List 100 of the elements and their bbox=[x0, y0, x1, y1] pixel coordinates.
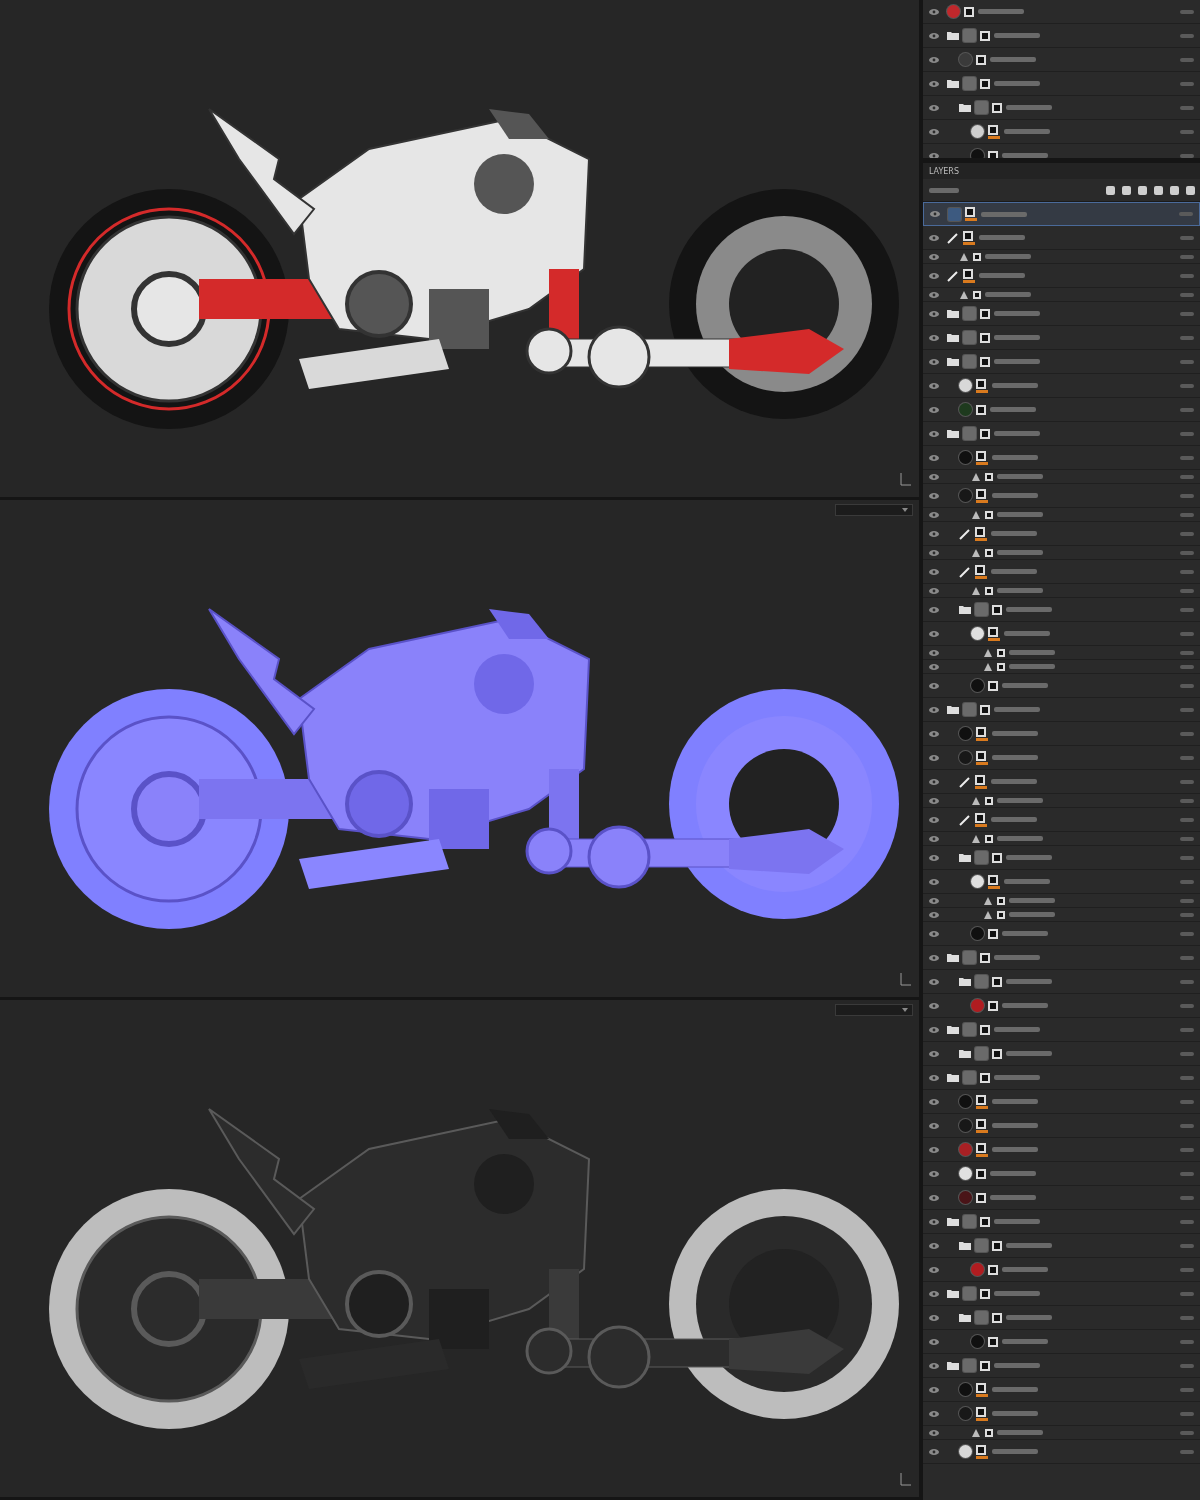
layer-row[interactable] bbox=[922, 470, 1200, 484]
layer-row[interactable] bbox=[922, 508, 1200, 522]
eye-icon[interactable] bbox=[928, 491, 939, 500]
eye-icon[interactable] bbox=[928, 753, 939, 762]
eye-icon[interactable] bbox=[928, 79, 939, 88]
layer-name-smudge bbox=[991, 1147, 1038, 1152]
layer-name-smudge bbox=[990, 531, 1037, 536]
layer-name-smudge bbox=[978, 235, 1025, 240]
layer-row[interactable] bbox=[922, 646, 1200, 660]
layer-name-smudge bbox=[1001, 1339, 1048, 1344]
eye-icon[interactable] bbox=[928, 1385, 939, 1394]
toolbar-icon[interactable] bbox=[1105, 184, 1116, 196]
eye-icon[interactable] bbox=[929, 210, 940, 218]
layer-name-smudge bbox=[993, 81, 1040, 86]
brush-icon bbox=[958, 527, 971, 540]
eye-icon[interactable] bbox=[928, 103, 939, 112]
layer-row[interactable] bbox=[922, 288, 1200, 302]
eye-icon[interactable] bbox=[928, 729, 939, 738]
eye-icon[interactable] bbox=[928, 586, 939, 595]
eye-icon[interactable] bbox=[928, 381, 939, 390]
eye-icon[interactable] bbox=[928, 1313, 939, 1322]
eye-icon[interactable] bbox=[928, 815, 939, 824]
layer-row[interactable] bbox=[922, 584, 1200, 598]
eye-icon[interactable] bbox=[928, 510, 939, 519]
eye-icon[interactable] bbox=[928, 1217, 939, 1226]
eye-icon[interactable] bbox=[928, 567, 939, 576]
eye-icon[interactable] bbox=[928, 1049, 939, 1058]
eye-icon[interactable] bbox=[928, 605, 939, 614]
eye-icon[interactable] bbox=[928, 290, 939, 299]
eye-icon[interactable] bbox=[928, 7, 939, 16]
layer-row[interactable] bbox=[922, 1426, 1200, 1440]
layer-name-smudge bbox=[980, 211, 1027, 217]
eye-icon[interactable] bbox=[928, 662, 939, 671]
eye-icon[interactable] bbox=[928, 1169, 939, 1178]
eye-icon[interactable] bbox=[928, 929, 939, 938]
toolbar-icon[interactable] bbox=[1137, 184, 1148, 196]
eye-icon[interactable] bbox=[928, 1447, 939, 1456]
eye-icon[interactable] bbox=[928, 1001, 939, 1010]
layer-row[interactable] bbox=[922, 908, 1200, 922]
toolbar-icon[interactable] bbox=[1185, 184, 1196, 196]
eye-icon[interactable] bbox=[928, 333, 939, 342]
layer-name-smudge bbox=[993, 33, 1040, 38]
eye-icon[interactable] bbox=[928, 1073, 939, 1082]
layer-row[interactable] bbox=[922, 250, 1200, 264]
eye-icon[interactable] bbox=[928, 648, 939, 657]
eye-icon[interactable] bbox=[928, 233, 939, 242]
channel-selector[interactable] bbox=[928, 187, 959, 193]
eye-icon[interactable] bbox=[928, 31, 939, 40]
caret-icon bbox=[901, 508, 908, 512]
layer-row[interactable] bbox=[922, 894, 1200, 908]
mask-thumbnail bbox=[975, 1444, 986, 1455]
eye-icon[interactable] bbox=[928, 953, 939, 962]
eye-icon[interactable] bbox=[928, 1265, 939, 1274]
eye-icon[interactable] bbox=[928, 453, 939, 462]
toolbar-icon[interactable] bbox=[1153, 184, 1164, 196]
eye-icon[interactable] bbox=[928, 629, 939, 638]
eye-icon[interactable] bbox=[928, 777, 939, 786]
eye-icon[interactable] bbox=[928, 127, 939, 136]
eye-icon[interactable] bbox=[928, 910, 939, 919]
eye-icon[interactable] bbox=[928, 252, 939, 261]
eye-icon[interactable] bbox=[928, 1241, 939, 1250]
blend-mode-smudge bbox=[1180, 817, 1194, 822]
blend-mode-smudge bbox=[1180, 1219, 1194, 1224]
eye-icon[interactable] bbox=[928, 977, 939, 986]
toolbar-icon[interactable] bbox=[1169, 184, 1180, 196]
eye-icon[interactable] bbox=[928, 405, 939, 414]
eye-icon[interactable] bbox=[928, 1121, 939, 1130]
eye-icon[interactable] bbox=[928, 1025, 939, 1034]
eye-icon[interactable] bbox=[928, 548, 939, 557]
eye-icon[interactable] bbox=[928, 1409, 939, 1418]
eye-icon[interactable] bbox=[928, 472, 939, 481]
eye-icon[interactable] bbox=[928, 309, 939, 318]
eye-icon[interactable] bbox=[928, 853, 939, 862]
eye-icon[interactable] bbox=[928, 1289, 939, 1298]
eye-icon[interactable] bbox=[928, 796, 939, 805]
eye-icon[interactable] bbox=[928, 1193, 939, 1202]
layer-name-smudge bbox=[989, 57, 1036, 62]
eye-icon[interactable] bbox=[928, 896, 939, 905]
eye-icon[interactable] bbox=[928, 1337, 939, 1346]
eye-icon[interactable] bbox=[928, 877, 939, 886]
eye-icon[interactable] bbox=[928, 1428, 939, 1437]
eye-icon[interactable] bbox=[928, 1097, 939, 1106]
eye-icon[interactable] bbox=[928, 1145, 939, 1154]
layer-row[interactable] bbox=[922, 832, 1200, 846]
eye-icon[interactable] bbox=[928, 151, 939, 158]
blend-mode-smudge bbox=[1180, 550, 1194, 555]
eye-icon[interactable] bbox=[928, 529, 939, 538]
layer-row[interactable] bbox=[922, 660, 1200, 674]
eye-icon[interactable] bbox=[928, 1361, 939, 1370]
eye-icon[interactable] bbox=[928, 55, 939, 64]
layer-row[interactable] bbox=[922, 794, 1200, 808]
eye-icon[interactable] bbox=[928, 271, 939, 280]
toolbar-icon[interactable] bbox=[1121, 184, 1132, 196]
eye-icon[interactable] bbox=[928, 357, 939, 366]
eye-icon[interactable] bbox=[928, 429, 939, 438]
eye-icon[interactable] bbox=[928, 834, 939, 843]
eye-icon[interactable] bbox=[928, 705, 939, 714]
eye-icon[interactable] bbox=[928, 681, 939, 690]
layer-row[interactable] bbox=[922, 546, 1200, 560]
mask-thumbnail bbox=[991, 1240, 1002, 1251]
